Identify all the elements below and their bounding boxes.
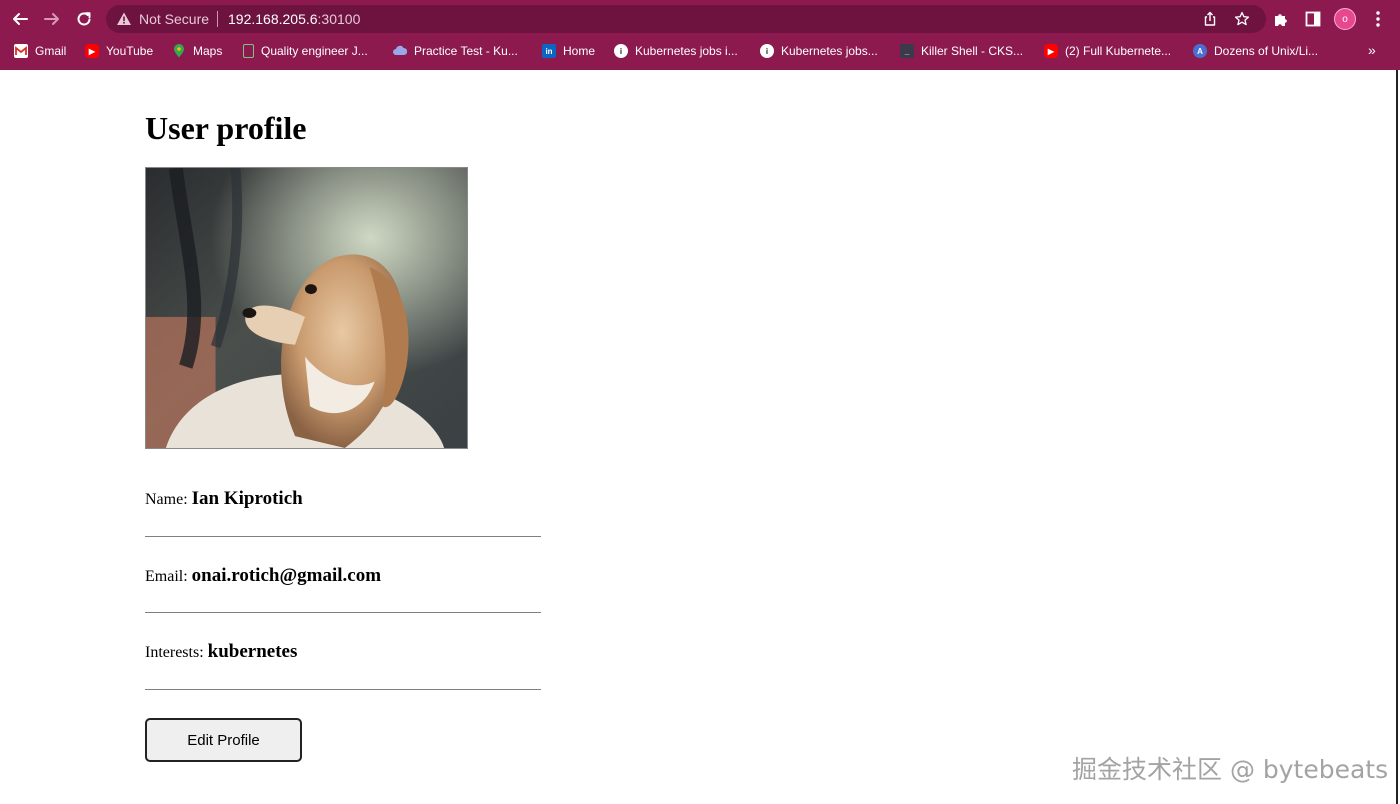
bookmark-dozens-of-unix[interactable]: A Dozens of Unix/Li... (1193, 42, 1318, 60)
name-value: Ian Kiprotich (191, 488, 303, 509)
bookmark-label: Kubernetes jobs i... (635, 44, 738, 58)
star-icon (1234, 11, 1250, 26)
info-icon: i (614, 44, 628, 58)
email-label: Email: (145, 568, 188, 585)
extensions-button[interactable] (1271, 9, 1291, 29)
watermark: 掘金技术社区 @ bytebeats (1072, 755, 1389, 784)
reload-button[interactable] (73, 8, 95, 30)
page-icon (243, 44, 254, 58)
bookmarks-bar: Gmail ▶ YouTube Maps Quality engineer J.… (0, 38, 1400, 64)
forward-arrow-icon (44, 13, 59, 25)
side-panel-button[interactable] (1303, 9, 1323, 29)
browser-chrome: Not Secure 192.168.205.6:30100 o Gmail ▶… (0, 0, 1400, 70)
bookmark-label: Kubernetes jobs... (781, 44, 878, 58)
back-button[interactable] (9, 8, 31, 30)
bookmark-kubernetes-jobs-1[interactable]: i Kubernetes jobs i... (614, 42, 738, 60)
profile-avatar[interactable]: o (1334, 8, 1356, 30)
bookmark-label: Dozens of Unix/Li... (1214, 44, 1319, 58)
bookmark-label: Practice Test - Ku... (414, 44, 518, 58)
name-label: Name: (145, 491, 188, 508)
youtube-icon: ▶ (1044, 44, 1058, 58)
divider (145, 689, 541, 690)
url-host: 192.168.205.6 (228, 11, 318, 27)
bookmark-practice-test[interactable]: Practice Test - Ku... (393, 42, 518, 60)
back-arrow-icon (13, 13, 28, 25)
url-port: :30100 (317, 11, 361, 27)
divider (145, 536, 541, 537)
warning-icon[interactable] (116, 11, 132, 27)
interests-row: Interests: kubernetes (145, 641, 297, 663)
forward-button[interactable] (41, 8, 63, 30)
youtube-icon: ▶ (85, 44, 99, 58)
kodekloud-icon (393, 44, 407, 58)
bookmark-full-kubernetes[interactable]: ▶ (2) Full Kubernete... (1044, 42, 1171, 60)
bookmark-label: Maps (193, 44, 223, 58)
kebab-menu-icon (1376, 11, 1380, 27)
linkedin-icon: in (542, 44, 556, 58)
bookmarks-overflow-button[interactable]: » (1368, 42, 1376, 58)
info-icon: i (760, 44, 774, 58)
terminal-icon: _ (900, 44, 914, 58)
bookmark-label: Quality engineer J... (261, 44, 368, 58)
bookmark-label: Home (563, 44, 596, 58)
security-status[interactable]: Not Secure (139, 11, 209, 27)
interests-label: Interests: (145, 644, 204, 661)
bookmark-kubernetes-jobs-2[interactable]: i Kubernetes jobs... (760, 42, 878, 60)
name-row: Name: Ian Kiprotich (145, 488, 303, 510)
maps-icon (172, 44, 186, 58)
bookmark-label: YouTube (106, 44, 154, 58)
share-icon (1204, 11, 1216, 26)
edit-profile-button[interactable]: Edit Profile (145, 718, 302, 762)
email-row: Email: onai.rotich@gmail.com (145, 565, 381, 587)
bookmark-quality-engineer[interactable]: Quality engineer J... (243, 42, 368, 60)
interests-value: kubernetes (207, 641, 298, 662)
side-panel-icon (1305, 11, 1321, 27)
address-bar[interactable]: Not Secure 192.168.205.6:30100 (106, 5, 1266, 33)
bookmark-label: Gmail (35, 44, 67, 58)
browser-toolbar: Not Secure 192.168.205.6:30100 o (0, 0, 1400, 38)
bookmark-gmail[interactable]: Gmail (14, 42, 66, 60)
omnibox-divider (217, 11, 218, 27)
browser-menu-button[interactable] (1368, 9, 1388, 29)
site-a-icon: A (1193, 44, 1207, 58)
bookmark-label: Killer Shell - CKS... (921, 44, 1024, 58)
share-button[interactable] (1201, 10, 1219, 28)
puzzle-icon (1275, 14, 1287, 26)
page-content: User profile Name: Ian Kiprotich Email: … (0, 70, 1398, 804)
reload-icon (77, 12, 91, 26)
email-value: onai.rotich@gmail.com (191, 565, 382, 586)
bookmark-label: (2) Full Kubernete... (1065, 44, 1172, 58)
divider (145, 612, 541, 613)
bookmark-killer-shell[interactable]: _ Killer Shell - CKS... (900, 42, 1023, 60)
page-title: User profile (145, 110, 307, 146)
gmail-icon (14, 44, 28, 58)
bookmark-maps[interactable]: Maps (172, 42, 222, 60)
profile-photo (145, 167, 468, 449)
bookmark-star-button[interactable] (1233, 10, 1251, 28)
bookmark-youtube[interactable]: ▶ YouTube (85, 42, 153, 60)
url-text[interactable]: 192.168.205.6:30100 (228, 11, 360, 27)
bookmark-home[interactable]: in Home (542, 42, 595, 60)
